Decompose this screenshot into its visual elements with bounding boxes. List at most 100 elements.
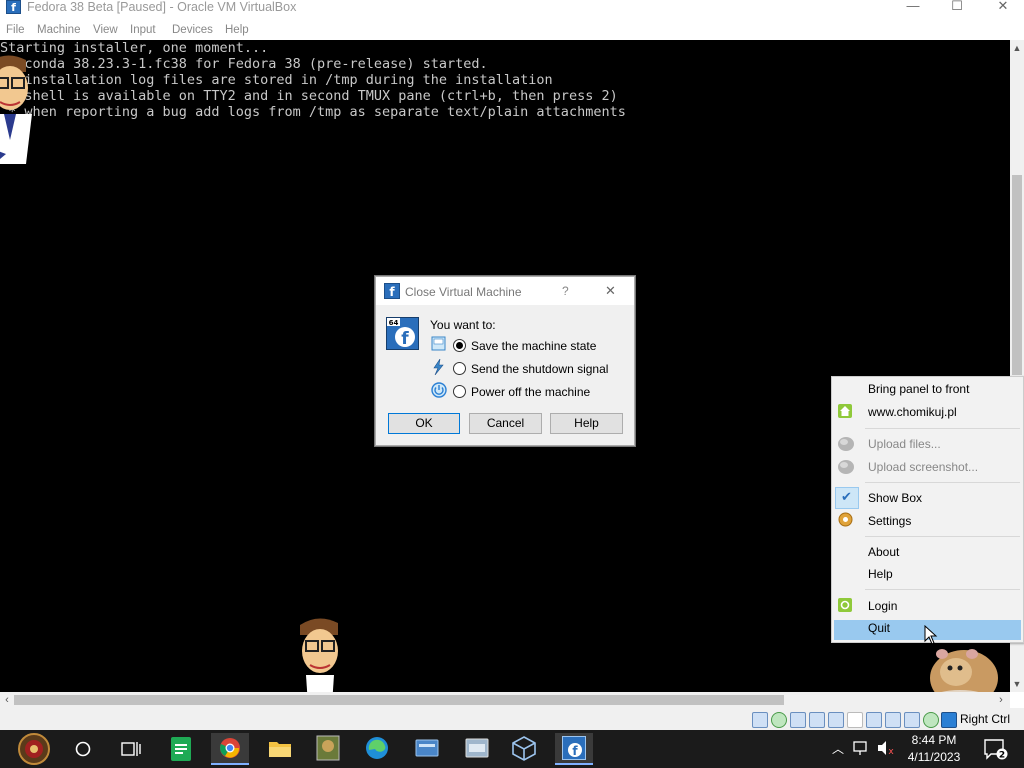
menu-machine[interactable]: Machine — [37, 24, 80, 36]
home-icon — [838, 404, 852, 418]
svg-text:f: f — [572, 744, 578, 758]
shutdown-signal-label[interactable]: Send the shutdown signal — [471, 362, 608, 376]
maximize-button[interactable]: ☐ — [934, 0, 980, 14]
console-line-1: Starting installer, one moment... — [0, 40, 269, 56]
cancel-button[interactable]: Cancel — [469, 413, 542, 434]
power-off-label[interactable]: Power off the machine — [471, 385, 590, 399]
host-key-label: Right Ctrl — [960, 712, 1011, 726]
console-line-3: * installation log files are stored in /… — [0, 72, 553, 88]
menu-item-bring-panel[interactable]: Bring panel to front — [868, 382, 969, 396]
shared-folders-icon[interactable] — [847, 712, 863, 728]
sheets-app-icon[interactable] — [170, 736, 192, 762]
game-app-icon[interactable] — [316, 735, 340, 761]
svg-text:f: f — [389, 285, 395, 299]
dialog-titlebar: f Close Virtual Machine ? ✕ — [376, 277, 634, 305]
menu-item-settings[interactable]: Settings — [868, 514, 911, 528]
audio-icon[interactable] — [790, 712, 806, 728]
dialog-close-icon[interactable]: ✕ — [605, 283, 616, 299]
svg-text:f: f — [401, 329, 409, 349]
menu-item-quit[interactable]: Quit — [868, 621, 890, 635]
desktop-pet-character-2[interactable] — [294, 613, 346, 692]
scroll-right-arrow-icon[interactable]: › — [995, 693, 1007, 707]
horizontal-scrollbar[interactable]: ‹ › — [0, 692, 1010, 708]
menu-item-help[interactable]: Help — [868, 567, 893, 581]
edge-icon[interactable] — [365, 736, 389, 760]
menu-devices[interactable]: Devices — [172, 24, 213, 36]
dialog-title: Close Virtual Machine — [405, 285, 522, 299]
tray-context-menu: Bring panel to front www.chomikuj.pl Upl… — [831, 376, 1024, 643]
menu-item-chomikuj[interactable]: www.chomikuj.pl — [868, 405, 957, 419]
dialog-app-icon: f — [384, 283, 400, 299]
dialog-help-icon[interactable]: ? — [562, 284, 569, 298]
display-icon[interactable] — [866, 712, 882, 728]
hamster-pet[interactable] — [920, 638, 1006, 692]
vertical-scroll-thumb[interactable] — [1012, 175, 1022, 375]
checkmark-box: ✔ — [835, 487, 859, 509]
scroll-left-arrow-icon[interactable]: ‹ — [1, 693, 13, 707]
menu-bar: File Machine View Input Devices Help — [0, 22, 1024, 40]
console-line-2: anaconda 38.23.3-1.fc38 for Fedora 38 (p… — [0, 56, 488, 72]
menu-separator — [865, 428, 1020, 429]
menu-input[interactable]: Input — [130, 24, 156, 36]
menu-item-login[interactable]: Login — [868, 599, 897, 613]
login-icon — [838, 598, 852, 612]
chrome-icon — [220, 738, 240, 758]
menu-separator — [865, 589, 1020, 590]
chrome-app-button[interactable] — [211, 733, 249, 765]
hard-disk-icon[interactable] — [752, 712, 768, 728]
notification-count: 2 — [999, 751, 1005, 761]
menu-file[interactable]: File — [6, 24, 25, 36]
taskbar-clock[interactable]: 8:44 PM 4/11/2023 — [892, 732, 976, 766]
mouse-integration-icon[interactable] — [941, 712, 957, 728]
menu-item-upload-screenshot[interactable]: Upload screenshot... — [868, 460, 978, 474]
virtualbox-icon[interactable] — [511, 735, 537, 761]
scroll-down-arrow-icon[interactable]: ▼ — [1012, 678, 1022, 690]
shutdown-signal-icon — [433, 359, 444, 375]
desktop-pet-character[interactable] — [0, 48, 38, 166]
file-explorer-icon[interactable] — [268, 738, 292, 758]
menu-item-upload-files[interactable]: Upload files... — [868, 437, 941, 451]
horizontal-scroll-thumb[interactable] — [14, 695, 784, 705]
video-capture-icon[interactable] — [885, 712, 901, 728]
optical-drive-icon[interactable] — [771, 712, 787, 728]
fedora-vm-app-button[interactable]: f — [555, 733, 593, 765]
app-window-icon[interactable] — [414, 738, 440, 758]
save-state-label[interactable]: Save the machine state — [471, 339, 596, 353]
app-window-2-icon[interactable] — [464, 737, 490, 759]
windows-taskbar: f ︿ x — [0, 730, 1024, 768]
close-button[interactable]: ✕ — [980, 0, 1024, 14]
shutdown-signal-radio[interactable] — [453, 362, 466, 375]
window-titlebar: f Fedora 38 Beta [Paused] - Oracle VM Vi… — [0, 0, 1024, 22]
menu-separator — [865, 482, 1020, 483]
scroll-up-arrow-icon[interactable]: ▲ — [1012, 42, 1022, 54]
upload-screenshot-icon — [838, 460, 854, 474]
menu-help[interactable]: Help — [225, 24, 249, 36]
notifications-icon[interactable]: 2 — [983, 738, 1009, 760]
help-button[interactable]: Help — [550, 413, 623, 434]
save-state-icon — [431, 336, 446, 351]
os-badge-64: 64 — [389, 319, 399, 327]
clock-time: 8:44 PM — [911, 733, 957, 747]
network-tray-icon[interactable] — [852, 740, 870, 756]
save-state-radio[interactable] — [453, 339, 466, 352]
menu-item-about[interactable]: About — [868, 545, 899, 559]
start-button[interactable] — [12, 732, 56, 766]
virtualization-icon[interactable] — [923, 712, 939, 728]
console-line-4: * shell is available on TTY2 and in seco… — [0, 88, 618, 104]
search-icon[interactable] — [74, 740, 92, 758]
menu-separator — [865, 536, 1020, 537]
usb-icon[interactable] — [828, 712, 844, 728]
virtualbox-app-icon: f — [6, 0, 21, 14]
ok-button[interactable]: OK — [388, 413, 460, 434]
power-icon — [431, 382, 447, 398]
chevron-up-icon[interactable]: ︿ — [832, 740, 844, 757]
cpu-icon[interactable] — [904, 712, 920, 728]
minimize-button[interactable]: — — [890, 0, 936, 14]
task-view-icon[interactable] — [121, 740, 141, 758]
power-off-radio[interactable] — [453, 385, 466, 398]
gear-icon — [838, 512, 853, 527]
network-icon[interactable] — [809, 712, 825, 728]
menu-item-show-box[interactable]: Show Box — [868, 491, 922, 505]
menu-view[interactable]: View — [93, 24, 118, 36]
fedora-vm-icon: f — [562, 736, 586, 760]
